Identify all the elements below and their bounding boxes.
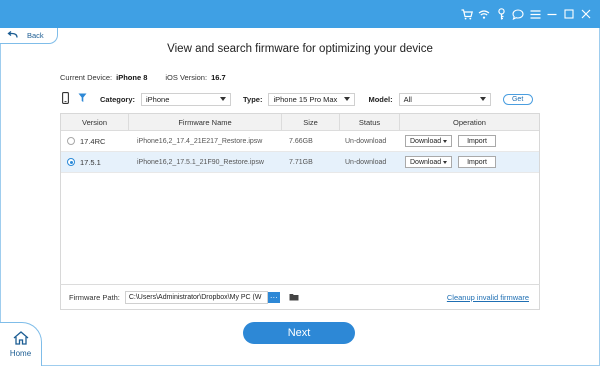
firmware-name-cell: iPhone16,2_17.5.1_21F90_Restore.ipsw	[137, 158, 264, 166]
feedback-icon[interactable]	[512, 7, 524, 21]
version-value: 17.4RC	[80, 136, 106, 146]
column-header-operation: Operation	[453, 117, 486, 127]
type-select[interactable]: iPhone 15 Pro Max	[268, 92, 356, 106]
model-select[interactable]: All	[398, 92, 491, 106]
folder-icon[interactable]	[289, 293, 299, 303]
column-header-status: Status	[340, 114, 400, 130]
page-title: View and search firmware for optimizing …	[167, 43, 433, 55]
category-select[interactable]: iPhone	[141, 92, 232, 106]
version-value: 17.5.1	[80, 157, 101, 167]
category-label: Category:	[100, 94, 136, 104]
current-device-value: iPhone 8	[116, 73, 148, 82]
cleanup-invalid-firmware-link[interactable]: Cleanup invalid firmware	[447, 293, 529, 302]
row-radio[interactable]	[67, 158, 75, 166]
home-icon	[13, 331, 29, 347]
import-button[interactable]: Import	[458, 156, 496, 168]
key-icon[interactable]	[495, 7, 507, 21]
row-radio[interactable]	[67, 137, 75, 145]
table-row[interactable]: 17.4RC iPhone16,2_17.4_21E217_Restore.ip…	[61, 131, 539, 152]
menu-icon[interactable]	[529, 7, 541, 21]
version-cell: 17.5.1	[61, 152, 129, 172]
chevron-down-icon	[344, 97, 351, 101]
download-label: Download	[410, 137, 442, 145]
status-cell: Un-download	[345, 158, 387, 166]
download-label: Download	[410, 158, 442, 166]
back-button[interactable]: Back	[0, 28, 58, 44]
close-icon[interactable]	[580, 7, 592, 21]
filter-bar: Category: iPhone Type: iPhone 15 Pro Max…	[60, 91, 540, 107]
size-cell: 7.71GB	[289, 158, 313, 166]
back-arrow-icon	[7, 30, 18, 41]
title-bar	[0, 0, 600, 28]
cart-icon[interactable]	[461, 7, 473, 21]
chevron-down-icon	[443, 160, 447, 164]
next-button[interactable]: Next	[243, 322, 355, 344]
table-header: Version Firmware Name Size Status Operat…	[61, 114, 539, 131]
home-label: Home	[9, 349, 32, 358]
filter-icon[interactable]	[78, 93, 87, 105]
window-controls	[461, 7, 592, 21]
import-button[interactable]: Import	[458, 135, 496, 147]
firmware-table: Version Firmware Name Size Status Operat…	[60, 113, 540, 310]
version-cell: 17.4RC	[61, 131, 129, 151]
chevron-down-icon	[443, 139, 447, 143]
operation-cell: Download Import	[400, 152, 539, 172]
browse-button[interactable]: ···	[267, 292, 280, 303]
firmware-path-input[interactable]: C:\Users\Administrator\Dropbox\My PC (W	[124, 291, 268, 304]
column-header-size: Size	[282, 114, 340, 130]
home-button[interactable]: Home	[0, 322, 42, 366]
column-header-version: Version	[61, 114, 129, 130]
download-button[interactable]: Download	[405, 135, 452, 147]
back-label: Back	[27, 31, 44, 40]
chevron-down-icon	[220, 97, 227, 101]
type-value: iPhone 15 Pro Max	[273, 94, 338, 104]
operation-cell: Download Import	[400, 131, 539, 151]
model-value: All	[403, 94, 412, 104]
download-button[interactable]: Download	[405, 156, 452, 168]
model-label: Model:	[368, 94, 393, 104]
wifi-icon[interactable]	[478, 7, 490, 21]
ios-version-label: iOS Version:	[165, 73, 208, 82]
ios-version-value: 16.7	[211, 73, 226, 82]
chevron-down-icon	[479, 97, 486, 101]
current-device-label: Current Device:	[60, 73, 113, 82]
minimize-icon[interactable]	[546, 7, 558, 21]
type-label: Type:	[243, 94, 263, 104]
category-value: iPhone	[146, 94, 170, 104]
status-cell: Un-download	[345, 137, 387, 145]
maximize-icon[interactable]	[563, 7, 575, 21]
get-button[interactable]: Get	[502, 93, 533, 105]
device-info: Current Device: iPhone 8 iOS Version: 16…	[60, 73, 226, 82]
size-cell: 7.66GB	[289, 137, 313, 145]
firmware-name-cell: iPhone16,2_17.4_21E217_Restore.ipsw	[137, 137, 263, 145]
column-header-firmware-name: Firmware Name	[129, 114, 282, 130]
firmware-path-label: Firmware Path:	[69, 293, 120, 302]
table-row[interactable]: 17.5.1 iPhone16,2_17.5.1_21F90_Restore.i…	[61, 152, 539, 173]
firmware-path-bar: Firmware Path: C:\Users\Administrator\Dr…	[60, 284, 540, 310]
phone-icon[interactable]	[62, 92, 69, 106]
